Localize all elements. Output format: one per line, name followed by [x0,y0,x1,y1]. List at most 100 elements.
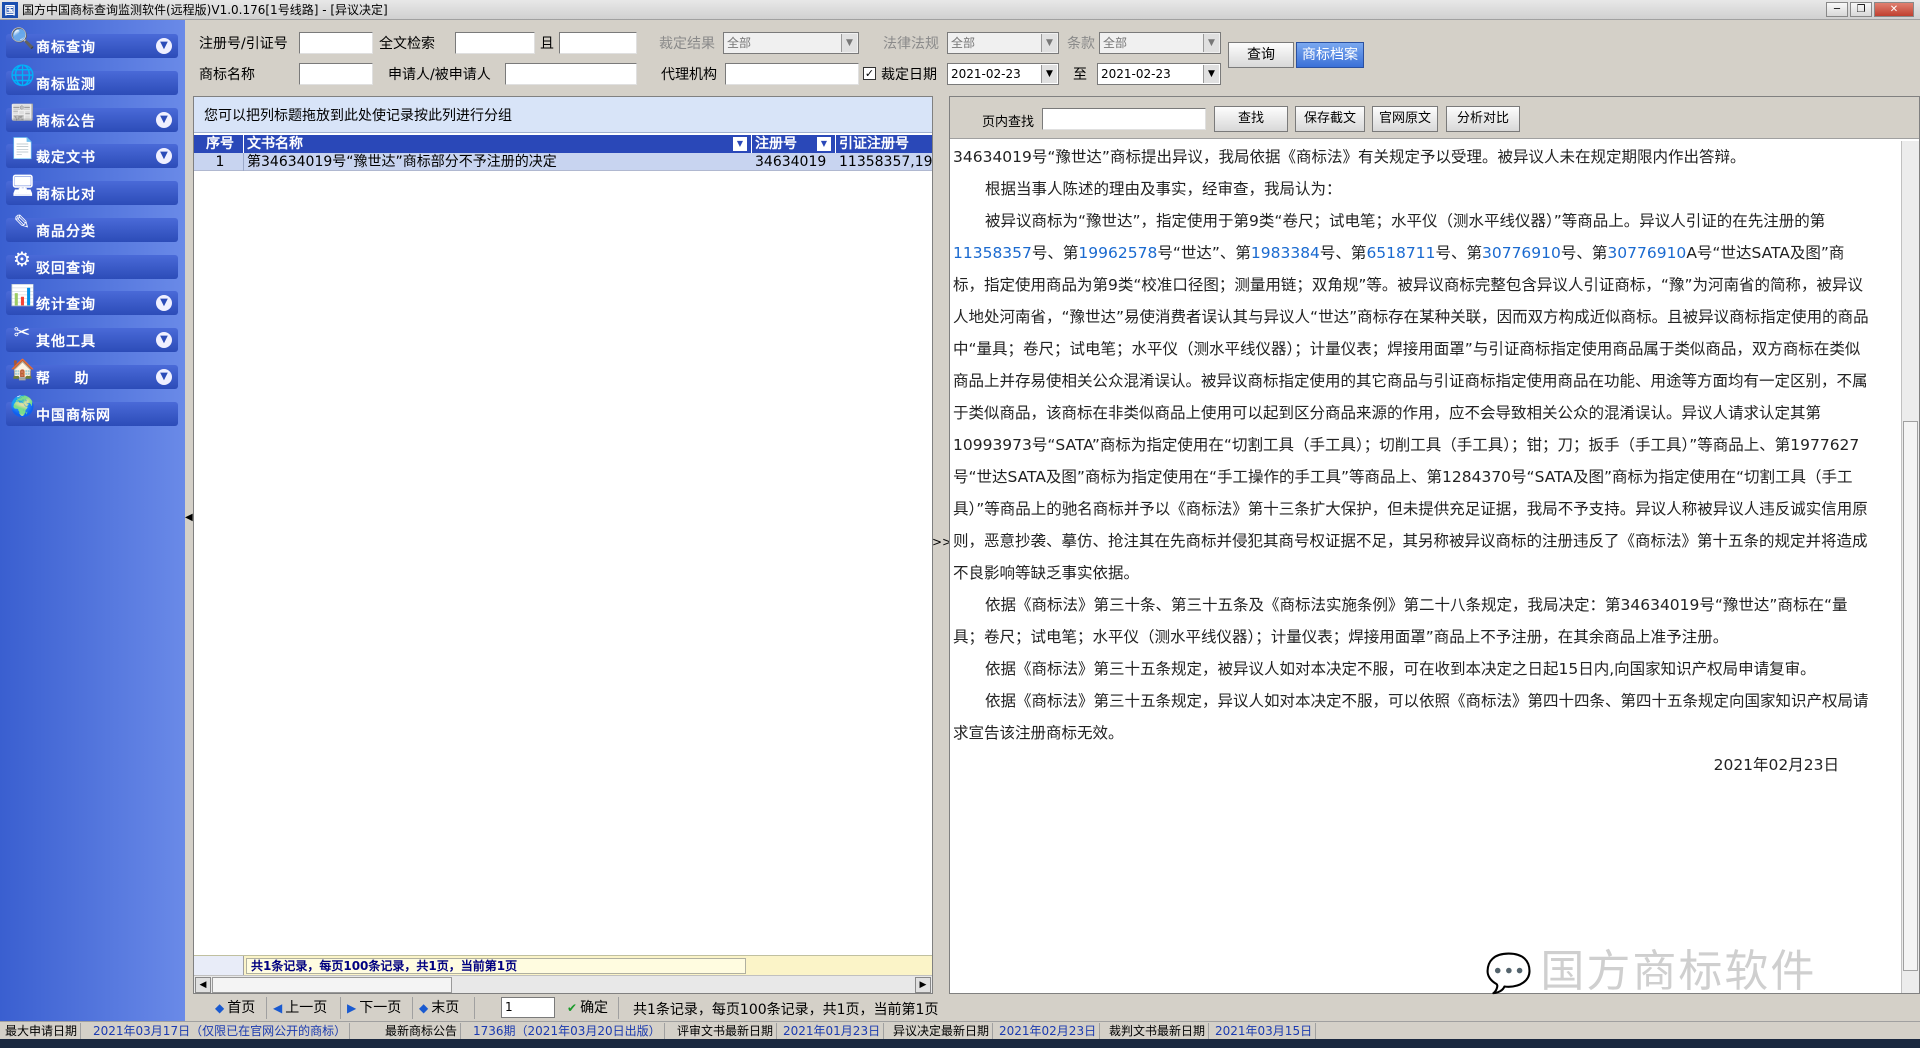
next-page-button[interactable]: ▶ 下一页 [343,997,413,1019]
sidebar-item-trademark-monitor[interactable]: 🌐 商标监测 [6,63,178,95]
scroll-left-icon[interactable]: ◀ [195,977,211,993]
close-button[interactable]: ✕ [1874,2,1914,17]
cell-index: 1 [194,153,244,171]
name-input[interactable] [299,63,373,85]
restore-button[interactable]: ❐ [1850,2,1872,17]
trademark-link[interactable]: 11358357 [953,244,1032,262]
sidebar-item-goods-category[interactable]: ✎ 商品分类 [6,210,178,242]
name-label: 商标名称 [199,67,255,83]
scroll-thumb[interactable] [1903,421,1918,971]
doc-date: 2021年02月23日 [1713,756,1839,774]
clause-select[interactable]: 全部 ▼ [1099,32,1221,54]
doc-paragraph: 34634019号“豫世达”商标提出异议，我局依据《商标法》有关规定予以受理。被… [953,148,1746,166]
result-select[interactable]: 全部 ▼ [723,32,859,54]
globe-icon: 🌍 [10,394,35,418]
date-from-picker[interactable]: 2021-02-23 ▼ [947,63,1059,85]
clause-label: 条款 [1067,36,1095,52]
sidebar-item-ruling-docs[interactable]: 📄 裁定文书 ▼ [6,136,178,168]
doc-paragraph: 被异议商标为“豫世达”，指定使用于第9类“卷尺；试电笔；水平仪（测水平线仪器）”… [953,212,1869,582]
sidebar-item-other-tools[interactable]: ✂ 其他工具 ▼ [6,320,178,352]
official-original-button[interactable]: 官网原文 [1372,106,1438,132]
agency-label: 代理机构 [661,67,717,83]
status-judgment-value: 2021年03月15日 [1212,1023,1317,1039]
save-excerpt-button[interactable]: 保存截文 [1295,106,1365,132]
last-page-button[interactable]: ◆ 末页 [415,997,475,1019]
sidebar-item-trademark-search[interactable]: 🔍 商标查询 ▼ [6,26,178,58]
fulltext-label: 全文检索 [379,36,435,52]
doc-paragraph: 根据当事人陈述的理由及事实，经审查，我局认为： [985,180,1342,198]
chevron-down-icon[interactable]: ▼ [156,38,172,54]
column-header-cited-reg-no[interactable]: 引证注册号 [836,135,932,153]
sidebar-item-china-trademark-site[interactable]: 🌍 中国商标网 [6,394,178,426]
trademark-link[interactable]: 1983384 [1251,244,1320,262]
grid-header: 序号 文书名称 ▼ 注册号 ▼ 引证注册号 [194,135,932,153]
sidebar-item-statistics[interactable]: 📊 统计查询 ▼ [6,283,178,315]
app-logo-icon: 国 [2,1,18,18]
result-label: 裁定结果 [659,36,715,52]
scroll-thumb[interactable] [212,977,452,993]
reg-no-label: 注册号/引证号 [199,36,288,52]
confirm-page-button[interactable]: ✔ 确定 [563,997,619,1019]
trademark-link[interactable]: 30776910 [1607,244,1686,262]
magnifier-icon: 🔍 [10,26,35,50]
sidebar: 🔍 商标查询 ▼ 🌐 商标监测 📰 商标公告 ▼ 📄 裁定文书 ▼ 🖥 商标比对… [0,20,185,1021]
agency-input[interactable] [725,63,859,85]
reject-icon: ⚙ [13,247,31,271]
scroll-right-icon[interactable]: ▶ [915,977,931,993]
filter-dropdown-icon[interactable]: ▼ [817,137,831,151]
applicant-label: 申请人/被申请人 [388,67,491,83]
status-opposition-label: 异议决定最新日期 [890,1023,994,1039]
pager-bar: ◆ 首页 ◀ 上一页 ▶ 下一页 ◆ 末页 1 ✔ 确定 共1条记录，每页100条记录，共… [193,996,1920,1020]
prev-page-button[interactable]: ◀ 上一页 [269,997,341,1019]
law-select[interactable]: 全部 ▼ [947,32,1059,54]
fulltext-input[interactable] [455,32,535,54]
next-page-icon: ▶ [347,1001,357,1015]
chevron-down-icon: ▼ [1041,34,1057,52]
archive-button[interactable]: 商标档案 [1296,42,1364,68]
chevron-down-icon: ▼ [1041,65,1057,83]
page-number-input[interactable]: 1 [501,997,555,1018]
table-row[interactable]: 1 第34634019号“豫世达”商标部分不予注册的决定 34634019 11… [194,153,932,171]
chevron-down-icon: ▼ [841,34,857,52]
column-header-index[interactable]: 序号 [194,135,244,153]
filter-dropdown-icon[interactable]: ▼ [733,137,747,151]
applicant-input[interactable] [505,63,637,85]
doc-paragraph: 依据《商标法》第三十条、第三十五条及《商标法实施条例》第二十八条规定，我局决定：… [953,596,1848,646]
trademark-link[interactable]: 30776910 [1482,244,1561,262]
chevron-down-icon[interactable]: ▼ [156,148,172,164]
title-bar: 国 国方中国商标查询监测软件(远程版)V1.0.176[1号线路] - [异议决… [0,0,1920,20]
compare-icon: 🖥 [10,173,36,197]
window-controls: ─ ❐ ✕ [1826,2,1914,17]
status-latest-bulletin-label: 最新商标公告 [382,1023,462,1039]
trademark-link[interactable]: 6518711 [1366,244,1435,262]
chevron-down-icon[interactable]: ▼ [156,332,172,348]
horizontal-scrollbar[interactable]: ◀ ▶ [194,975,932,993]
sidebar-item-rejection-search[interactable]: ⚙ 驳回查询 [6,247,178,279]
chevron-down-icon[interactable]: ▼ [156,369,172,385]
date-filter-checkbox[interactable]: ✓ [863,67,876,80]
minimize-button[interactable]: ─ [1826,2,1848,17]
cell-doc-name: 第34634019号“豫世达”商标部分不予注册的决定 [247,154,557,170]
column-header-reg-no[interactable]: 注册号 ▼ [752,135,836,153]
query-button[interactable]: 查询 [1228,42,1294,68]
sidebar-collapse-handle[interactable]: ◀ [185,512,193,526]
and-input[interactable] [559,32,637,54]
document-toolbar: 页内查找 查找 保存截文 官网原文 分析对比 [950,97,1919,139]
date-to-picker[interactable]: 2021-02-23 ▼ [1097,63,1221,85]
chevron-down-icon[interactable]: ▼ [156,295,172,311]
search-panel: 注册号/引证号 全文检索 且 裁定结果 全部 ▼ 法律法规 全部 ▼ 条款 全部 ▼ … [193,22,1920,92]
sidebar-item-trademark-compare[interactable]: 🖥 商标比对 [6,173,178,205]
reg-no-input[interactable] [299,32,373,54]
first-page-button[interactable]: ◆ 首页 [211,997,267,1019]
sidebar-item-trademark-bulletin[interactable]: 📰 商标公告 ▼ [6,100,178,132]
status-opposition-value: 2021年02月23日 [996,1023,1101,1039]
vertical-scrollbar[interactable] [1901,141,1919,993]
chevron-down-icon[interactable]: ▼ [156,112,172,128]
cell-reg-no: 34634019 [755,154,827,170]
analyze-compare-button[interactable]: 分析对比 [1446,106,1520,132]
sidebar-item-help[interactable]: 🏠 帮 助 ▼ [6,357,178,389]
find-in-page-input[interactable] [1042,108,1206,130]
trademark-link[interactable]: 19962578 [1078,244,1157,262]
find-button[interactable]: 查找 [1214,106,1288,132]
column-header-doc-name[interactable]: 文书名称 ▼ [244,135,752,153]
